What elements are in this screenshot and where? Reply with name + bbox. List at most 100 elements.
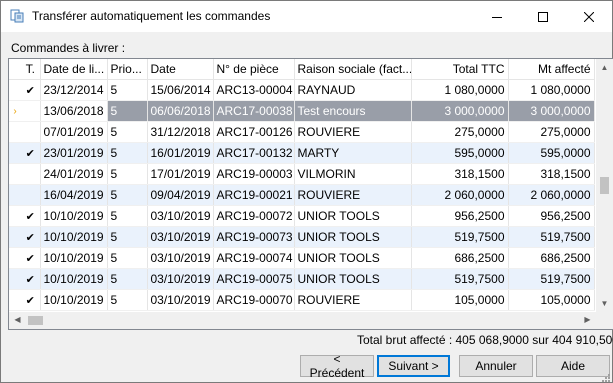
cell-piece-number: ARC19-00074 (213, 247, 295, 269)
column-header-t[interactable]: T. (21, 59, 41, 80)
minimize-button[interactable] (474, 1, 520, 32)
table-row[interactable]: ✔ 23/12/2014 5 15/06/2014 ARC13-00004 RAYNAUD… (9, 79, 595, 101)
cell-amount-assigned: 519,7500 (508, 226, 595, 248)
cell-piece-number: ARC19-00075 (213, 268, 295, 290)
table-row[interactable]: 24/01/2019 5 17/01/2019 ARC19-00003 VILMORIN… (9, 163, 595, 185)
scroll-left-arrow-icon[interactable]: ◀ (9, 315, 26, 324)
transfer-checkbox[interactable]: ✔ (21, 247, 41, 269)
table-row[interactable]: ✔ 23/01/2019 5 16/01/2019 ARC17-00132 MARTY 59… (9, 142, 595, 164)
row-indicator (9, 205, 21, 227)
cell-piece-number: ARC19-00021 (213, 184, 295, 206)
cell-amount-assigned: 595,0000 (508, 142, 595, 164)
cell-priority: 5 (107, 184, 148, 206)
orders-label: Commandes à livrer : (11, 41, 126, 55)
table-row[interactable]: ✔ 10/10/2019 5 03/10/2019 ARC19-00072 UNIOR T… (9, 205, 595, 227)
cell-piece-number: ARC13-00004 (213, 79, 295, 101)
cell-priority: 5 (107, 100, 148, 122)
cell-total-ttc: 3 000,0000 (411, 100, 509, 122)
cell-company-name: RAYNAUD (294, 79, 412, 101)
column-header-company-name[interactable]: Raison sociale (fact... (294, 59, 412, 80)
cell-company-name: ROUVIERE (294, 289, 412, 311)
transfer-checkbox[interactable]: ✔ (21, 79, 41, 101)
column-header-priority[interactable]: Prio... (107, 59, 148, 80)
transfer-checkbox[interactable]: ✔ (21, 289, 41, 311)
column-header-total-ttc[interactable]: Total TTC (411, 59, 509, 80)
cell-date: 06/06/2018 (147, 100, 214, 122)
row-indicator (9, 289, 21, 311)
next-button[interactable]: Suivant > (377, 355, 450, 377)
orders-grid[interactable]: T. Date de li... Prio... Date N° de pièc… (8, 58, 613, 330)
cell-delivery-date: 16/04/2019 (40, 184, 108, 206)
scroll-up-arrow-icon[interactable]: ▲ (596, 63, 613, 72)
scroll-right-arrow-icon[interactable]: ▶ (579, 315, 596, 324)
cell-company-name: UNIOR TOOLS (294, 226, 412, 248)
cell-piece-number: ARC17-00038 (213, 100, 295, 122)
cell-company-name: UNIOR TOOLS (294, 247, 412, 269)
cell-delivery-date: 13/06/2018 (40, 100, 108, 122)
cell-date: 17/01/2019 (147, 163, 214, 185)
table-row[interactable]: 07/01/2019 5 31/12/2018 ARC17-00126 ROUVIERE… (9, 121, 595, 143)
row-indicator (9, 247, 21, 269)
cell-date: 15/06/2014 (147, 79, 214, 101)
cell-priority: 5 (107, 142, 148, 164)
cell-date: 31/12/2018 (147, 121, 214, 143)
check-icon: ✔ (25, 211, 35, 223)
cell-date: 03/10/2019 (147, 226, 214, 248)
cell-priority: 5 (107, 226, 148, 248)
check-icon: ✔ (25, 274, 35, 286)
scroll-down-arrow-icon[interactable]: ▼ (596, 299, 613, 308)
table-row[interactable]: ✔ 10/10/2019 5 03/10/2019 ARC19-00073 UNIOR T… (9, 226, 595, 248)
table-row[interactable]: ✔ 10/10/2019 5 03/10/2019 ARC19-00075 UNIOR T… (9, 268, 595, 290)
cell-amount-assigned: 275,0000 (508, 121, 595, 143)
transfer-checkbox[interactable] (21, 163, 41, 185)
column-header-amount-assigned[interactable]: Mt affecté (508, 59, 595, 80)
transfer-checkbox[interactable]: ✔ (21, 142, 41, 164)
cell-priority: 5 (107, 205, 148, 227)
total-assigned-label: Total brut affecté : 405 068,9000 sur 40… (357, 333, 613, 347)
help-button[interactable]: Aide (536, 355, 610, 377)
cell-company-name: UNIOR TOOLS (294, 205, 412, 227)
transfer-checkbox[interactable] (21, 100, 41, 122)
check-icon: ✔ (25, 148, 35, 160)
cell-priority: 5 (107, 247, 148, 269)
cancel-button[interactable]: Annuler (459, 355, 533, 377)
transfer-checkbox[interactable] (21, 121, 41, 143)
cell-total-ttc: 519,7500 (411, 268, 509, 290)
column-header-delivery-date[interactable]: Date de li... (40, 59, 108, 80)
transfer-checkbox[interactable] (21, 184, 41, 206)
table-row[interactable]: 16/04/2019 5 09/04/2019 ARC19-00021 ROUVIERE… (9, 184, 595, 206)
check-icon: ✔ (25, 85, 35, 97)
horizontal-scrollbar[interactable]: ◀ ▶ (9, 312, 596, 329)
cell-priority: 5 (107, 121, 148, 143)
cell-delivery-date: 10/10/2019 (40, 205, 108, 227)
cell-delivery-date: 07/01/2019 (40, 121, 108, 143)
table-row[interactable]: ✔ 10/10/2019 5 03/10/2019 ARC19-00074 UNIOR T… (9, 247, 595, 269)
transfer-checkbox[interactable]: ✔ (21, 226, 41, 248)
window-title: Transférer automatiquement les commandes (32, 9, 271, 23)
cell-amount-assigned: 956,2500 (508, 205, 595, 227)
transfer-checkbox[interactable]: ✔ (21, 268, 41, 290)
vertical-scroll-thumb[interactable] (600, 177, 609, 194)
column-header-piece-number[interactable]: N° de pièce (213, 59, 295, 80)
close-button[interactable] (566, 1, 612, 32)
cell-delivery-date: 23/01/2019 (40, 142, 108, 164)
cell-company-name: Test encours (294, 100, 412, 122)
horizontal-scroll-thumb[interactable] (28, 316, 43, 325)
cell-date: 03/10/2019 (147, 247, 214, 269)
row-indicator (9, 79, 21, 101)
table-row[interactable]: ✔ 10/10/2019 5 03/10/2019 ARC19-00070 ROUVIER… (9, 289, 595, 311)
transfer-checkbox[interactable]: ✔ (21, 205, 41, 227)
vertical-scrollbar[interactable]: ▲ ▼ (596, 59, 613, 312)
header-row: T. Date de li... Prio... Date N° de pièc… (9, 59, 595, 80)
cell-total-ttc: 2 060,0000 (411, 184, 509, 206)
table-row[interactable]: › 13/06/2018 5 06/06/2018 ARC17-00038 Test en… (9, 100, 595, 122)
cell-total-ttc: 595,0000 (411, 142, 509, 164)
title-bar[interactable]: Transférer automatiquement les commandes (1, 1, 612, 32)
previous-button[interactable]: < Précédent (300, 352, 374, 380)
cell-amount-assigned: 519,7500 (508, 268, 595, 290)
resize-grip-icon[interactable] (601, 373, 611, 383)
cell-company-name: UNIOR TOOLS (294, 268, 412, 290)
cell-piece-number: ARC17-00132 (213, 142, 295, 164)
column-header-date[interactable]: Date (147, 59, 214, 80)
maximize-button[interactable] (520, 1, 566, 32)
